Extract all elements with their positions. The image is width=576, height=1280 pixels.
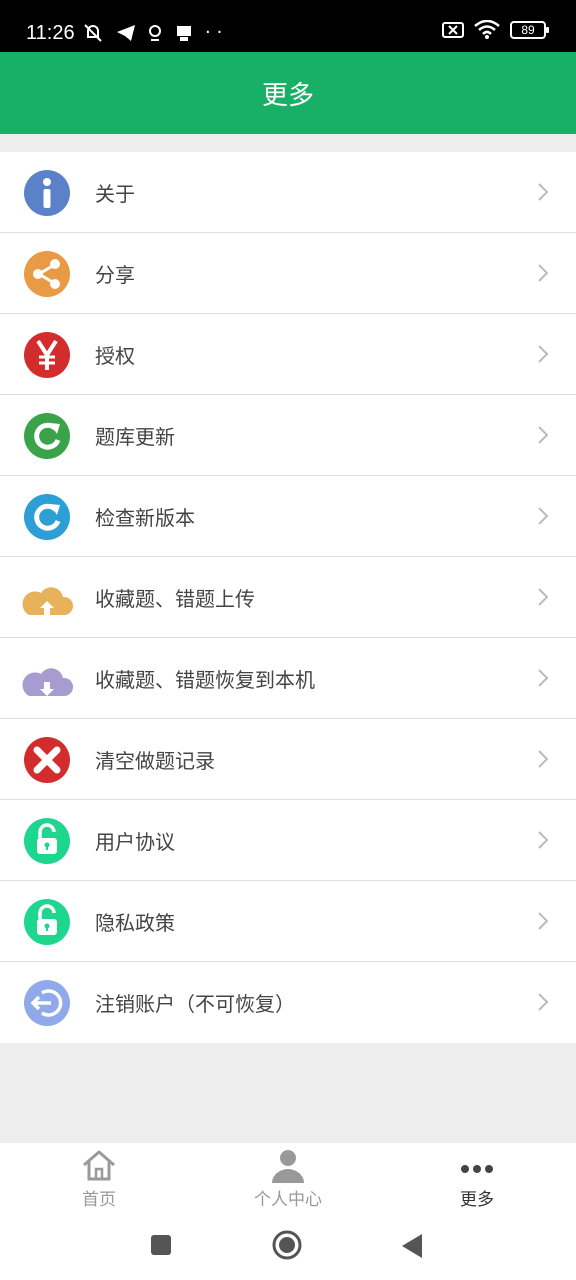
chevron-right-icon [538,426,549,444]
status-bar: 11:26 ·· 89 [0,0,576,52]
menu-item-share[interactable]: 分享 [0,233,576,314]
menu-item-label: 题库更新 [95,424,175,449]
menu-item-restore-favorites[interactable]: 收藏题、错题恢复到本机 [0,638,576,719]
app-bar: 更多 [0,52,576,134]
clear-icon [24,737,70,783]
tab-label: 首页 [82,1190,116,1210]
menu-item-user-agreement[interactable]: 用户协议 [0,800,576,881]
recents-button[interactable] [150,1234,172,1256]
status-icons-right: 89 [442,20,549,40]
menu-item-label: 授权 [95,343,135,368]
home-button[interactable] [272,1230,302,1260]
chevron-right-icon [538,183,549,201]
chevron-right-icon [538,669,549,687]
logout-icon [24,980,70,1026]
chevron-right-icon [538,750,549,768]
battery-indicator: 89 [510,21,549,39]
menu-item-upload-favorites[interactable]: 收藏题、错题上传 [0,557,576,638]
menu-item-label: 检查新版本 [95,505,195,530]
home-icon [83,1150,115,1181]
chevron-right-icon [538,345,549,363]
more-notifications-icon: ·· [204,22,229,43]
telegram-icon [116,25,135,41]
menu-item-question-bank-update[interactable]: 题库更新 [0,395,576,476]
unlock-icon [24,818,70,864]
page-title: 更多 [261,80,314,111]
sim-off-icon [442,22,464,38]
chevron-right-icon [538,588,549,606]
unlock-icon [24,899,70,945]
wifi-icon [474,20,500,39]
share-icon [24,251,70,297]
mute-icon [84,24,102,42]
tab-more[interactable]: 更多 [381,1143,573,1215]
location-icon [149,25,162,41]
menu-item-privacy-policy[interactable]: 隐私政策 [0,881,576,962]
cloud-download-icon [22,668,74,696]
menu-item-label: 收藏题、错题恢复到本机 [95,667,315,692]
menu-item-label: 用户协议 [95,829,175,854]
refresh-blue-icon [24,494,70,540]
system-nav-bar [0,1215,576,1280]
tab-label: 更多 [460,1190,494,1210]
tab-label: 个人中心 [254,1190,322,1210]
back-button[interactable] [400,1233,424,1259]
yen-icon [24,332,70,378]
app-icon [177,26,192,41]
menu-item-label: 清空做题记录 [95,748,215,773]
menu-item-delete-account[interactable]: 注销账户（不可恢复） [0,962,576,1043]
chevron-right-icon [538,507,549,525]
bottom-nav: 首页 个人中心 更多 [0,1143,576,1215]
refresh-green-icon [24,413,70,459]
tab-personal-center[interactable]: 个人中心 [192,1143,384,1215]
menu-item-label: 注销账户（不可恢复） [95,992,295,1016]
menu-item-label: 隐私政策 [95,910,175,935]
menu-item-label: 收藏题、错题上传 [95,586,255,611]
info-icon [24,170,70,216]
menu-item-label: 关于 [95,181,135,206]
menu-list: 关于 分享 授权 题库更新 检查新版本 收藏题、错题上传 收藏题、错题恢复到本机… [0,152,576,1043]
cloud-upload-icon [22,587,74,615]
chevron-right-icon [538,912,549,930]
chevron-right-icon [538,264,549,282]
menu-item-clear-records[interactable]: 清空做题记录 [0,719,576,800]
menu-item-about[interactable]: 关于 [0,152,576,233]
person-icon [272,1150,304,1183]
notification-icons: ·· [82,22,228,43]
tab-home[interactable]: 首页 [3,1143,195,1215]
menu-item-authorize[interactable]: 授权 [0,314,576,395]
menu-item-label: 分享 [95,262,135,287]
menu-item-check-update[interactable]: 检查新版本 [0,476,576,557]
chevron-right-icon [538,993,549,1011]
status-time: 11:26 [26,22,75,44]
more-icon [461,1165,493,1173]
chevron-right-icon [538,831,549,849]
